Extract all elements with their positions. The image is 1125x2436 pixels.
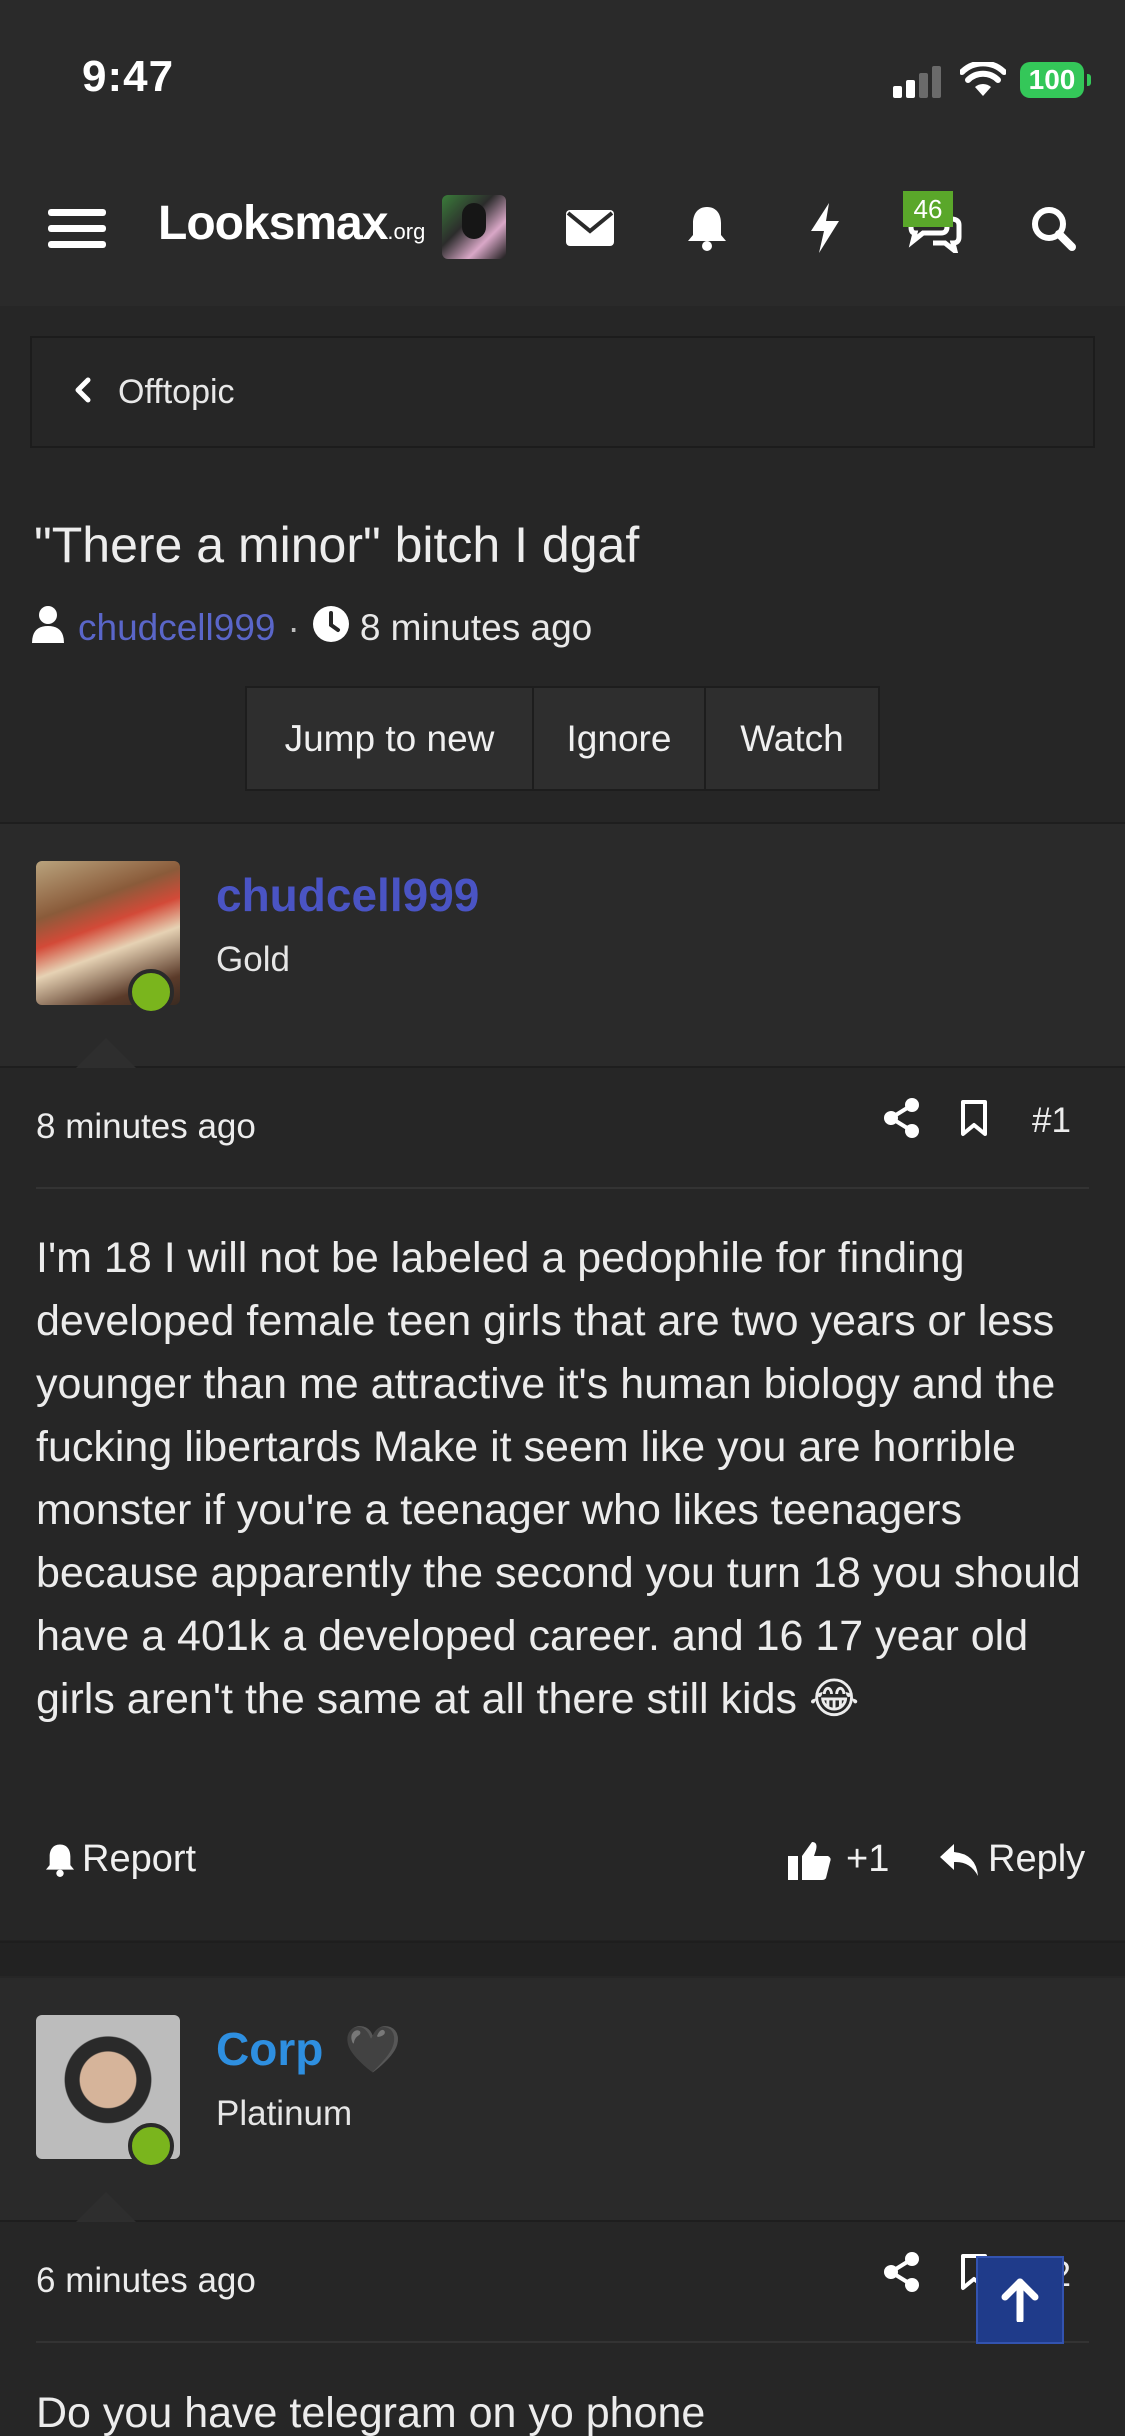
search-icon[interactable] xyxy=(1022,150,1084,306)
breadcrumb-label: Offtopic xyxy=(118,372,235,411)
bolt-icon[interactable] xyxy=(795,150,855,306)
laughing-crying-emoji: 😂 xyxy=(808,1675,860,1723)
ignore-button[interactable]: Ignore xyxy=(534,688,706,789)
post-username[interactable]: Corp 🖤 xyxy=(216,2022,401,2077)
status-time: 9:47 xyxy=(82,52,175,101)
share-icon[interactable] xyxy=(884,2252,920,2297)
post-username[interactable]: chudcell999 xyxy=(216,868,479,922)
logo-suffix: .org xyxy=(387,219,426,244)
post-tools: #1 xyxy=(884,1098,1071,1143)
scroll-to-top-button[interactable] xyxy=(976,2256,1064,2344)
thread-time: 8 minutes ago xyxy=(359,607,593,648)
account-avatar[interactable] xyxy=(442,195,506,259)
reply-icon xyxy=(940,1843,978,1876)
post-footer: Report +1 Reply xyxy=(36,1838,1089,1898)
top-navbar: Looksmax.org 46 xyxy=(0,150,1125,306)
battery-indicator: 100 xyxy=(1020,62,1091,98)
reply-label: Reply xyxy=(988,1838,1086,1880)
post-text: Do you have telegram on yo phone xyxy=(36,2389,706,2436)
post-pointer xyxy=(76,2192,136,2222)
chat-count-badge: 46 xyxy=(903,191,953,227)
post-text-body: I'm 18 I will not be labeled a pedophile… xyxy=(36,1234,1081,1723)
thumbs-up-icon xyxy=(788,1841,831,1880)
signal-icon xyxy=(893,66,943,98)
report-label: Report xyxy=(82,1838,197,1880)
meta-separator: · xyxy=(287,607,300,648)
post-content: 8 minutes ago #1 I'm 18 I will not be la… xyxy=(0,1068,1125,1940)
chat-icon[interactable] xyxy=(902,150,968,306)
post-gap xyxy=(0,1940,1125,1976)
like-button[interactable]: +1 xyxy=(788,1838,889,1881)
like-count: +1 xyxy=(846,1838,890,1880)
user-rank: Platinum xyxy=(216,2094,353,2133)
watch-button[interactable]: Watch xyxy=(706,688,878,789)
thread-actions: Jump to new Ignore Watch xyxy=(245,686,880,791)
jump-to-new-button[interactable]: Jump to new xyxy=(247,688,534,789)
arrow-up-icon xyxy=(1001,2278,1039,2322)
user-icon xyxy=(30,605,66,652)
share-icon[interactable] xyxy=(884,1098,920,1143)
thread-meta: chudcell999 · 8 minutes ago xyxy=(30,603,592,653)
report-button[interactable]: Report xyxy=(44,1838,196,1881)
post-number[interactable]: #1 xyxy=(1032,1101,1071,1141)
post-pointer xyxy=(76,1038,136,1068)
breadcrumb[interactable]: Offtopic xyxy=(30,336,1095,448)
post-divider xyxy=(36,2341,1089,2343)
bell-icon xyxy=(45,1843,75,1877)
site-logo[interactable]: Looksmax.org xyxy=(158,196,425,251)
envelope-icon[interactable] xyxy=(560,150,620,306)
bell-icon[interactable] xyxy=(677,150,737,306)
post-divider xyxy=(36,1187,1089,1189)
menu-icon[interactable] xyxy=(42,150,112,306)
post-author-block: Corp 🖤 Platinum xyxy=(0,1978,1125,2223)
thread-title: "There a minor" bitch I dgaf xyxy=(34,517,640,573)
post-author-block: chudcell999 Gold xyxy=(0,824,1125,1069)
online-indicator xyxy=(128,969,174,1015)
thread-author-link[interactable]: chudcell999 xyxy=(78,607,275,649)
wifi-icon xyxy=(960,62,1006,96)
clock-icon xyxy=(312,605,350,652)
post-text: I'm 18 I will not be labeled a pedophile… xyxy=(36,1227,1096,1731)
online-indicator xyxy=(128,2123,174,2169)
black-heart-emoji: 🖤 xyxy=(344,2023,402,2075)
post-time[interactable]: 8 minutes ago xyxy=(36,1107,256,1147)
post-time[interactable]: 6 minutes ago xyxy=(36,2261,256,2301)
chevron-left-icon xyxy=(74,377,118,408)
logo-text: Looksmax xyxy=(158,197,388,250)
reply-button[interactable]: Reply xyxy=(940,1838,1085,1881)
divider xyxy=(0,1941,1125,1943)
post-content: 6 minutes ago #2 Do you have telegram on… xyxy=(0,2222,1125,2436)
user-rank: Gold xyxy=(216,940,290,979)
status-bar: 9:47 100 xyxy=(0,0,1125,150)
bookmark-icon[interactable] xyxy=(960,1099,988,1142)
post-username-text: Corp xyxy=(216,2023,324,2075)
